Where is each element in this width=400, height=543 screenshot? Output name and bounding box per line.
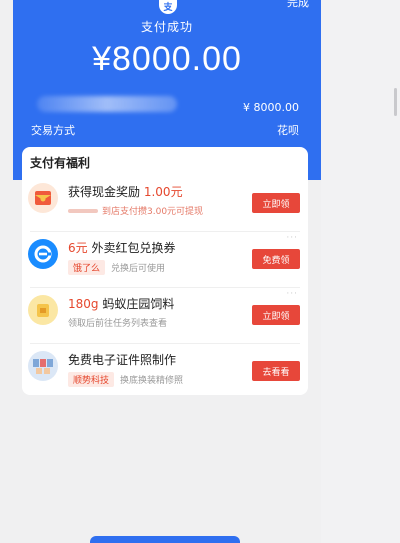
benefit-title: 免费电子证件照制作: [68, 351, 176, 368]
benefit-subtitle-text: 兑换后可使用: [111, 264, 166, 274]
bottom-action-button[interactable]: [90, 536, 240, 543]
claim-free-button[interactable]: 免费领: [252, 249, 300, 269]
benefit-row-cash-reward[interactable]: 获得现金奖励 1.00元 到店支付攒3.00元可提现 立即领: [22, 175, 308, 231]
more-options-icon[interactable]: ···: [286, 233, 298, 243]
benefit-row-ant-farm-feed[interactable]: ··· 180g 蚂蚁庄园饲料 领取后前往任务列表查看 立即领: [22, 287, 308, 343]
benefit-title: 获得现金奖励 1.00元: [68, 183, 183, 200]
benefits-card: 支付有福利 获得现金奖励 1.00元 到店支付攒3.00元可提现 立即领 ···…: [22, 147, 308, 395]
payment-status: 支付成功: [140, 20, 193, 34]
benefit-amount: 1.00元: [143, 185, 183, 199]
more-options-icon[interactable]: ···: [286, 289, 298, 299]
benefit-title-text: 外卖红包兑换券: [87, 241, 176, 255]
claim-button[interactable]: 立即领: [252, 305, 300, 325]
benefit-amount: 180g: [68, 297, 99, 311]
alipay-logo-icon: 支: [159, 0, 177, 14]
benefit-title-text: 免费电子证件照制作: [68, 353, 177, 367]
benefit-amount: 6元: [68, 241, 88, 255]
eleme-icon: [28, 239, 58, 269]
payment-method-label: 交易方式: [31, 124, 75, 137]
brand-tag: 饿了么: [68, 260, 106, 275]
benefit-title-text: 蚂蚁庄园饲料: [98, 297, 175, 311]
benefit-row-eleme-coupon[interactable]: ··· 6元 外卖红包兑换券 饿了么 兑换后可使用 免费领: [22, 231, 308, 287]
payment-amount: ¥8000.00: [92, 40, 242, 78]
benefit-title: 180g 蚂蚁庄园饲料: [68, 295, 174, 312]
claim-button[interactable]: 立即领: [252, 193, 300, 213]
benefit-row-id-photo[interactable]: 免费电子证件照制作 顺势科技 换底换装精修照 去看看: [22, 343, 308, 399]
view-button[interactable]: 去看看: [252, 361, 300, 381]
progress-bar: [68, 208, 98, 213]
red-envelope-icon: [28, 183, 58, 213]
scrollbar[interactable]: [394, 88, 397, 116]
benefit-subtitle-text: 换底换装精修照: [120, 376, 184, 386]
benefit-subtitle-text: 领取后前往任务列表查看: [68, 319, 168, 329]
benefit-title-text: 获得现金奖励: [68, 185, 141, 199]
benefit-subtitle: 顺势科技 换底换装精修照: [68, 372, 183, 387]
benefit-title: 6元 外卖红包兑换券: [68, 239, 175, 256]
benefits-title: 支付有福利: [30, 156, 91, 170]
benefit-subtitle-text: 到店支付攒3.00元可提现: [102, 207, 204, 217]
payment-method-value: 花呗: [277, 124, 299, 137]
paid-amount: ¥ 8000.00: [243, 101, 299, 114]
benefit-subtitle: 到店支付攒3.00元可提现: [68, 204, 203, 217]
alipay-logo-glyph: 支: [163, 3, 173, 13]
benefit-subtitle: 领取后前往任务列表查看: [68, 316, 167, 329]
blurred-merchant-name: [37, 96, 177, 112]
brand-tag: 顺势科技: [68, 372, 115, 387]
feed-bag-icon: [28, 295, 58, 325]
page-background-right: [321, 0, 400, 543]
done-button[interactable]: 完成: [287, 0, 309, 10]
benefit-subtitle: 饿了么 兑换后可使用: [68, 260, 165, 275]
id-photo-icon: [28, 351, 58, 381]
